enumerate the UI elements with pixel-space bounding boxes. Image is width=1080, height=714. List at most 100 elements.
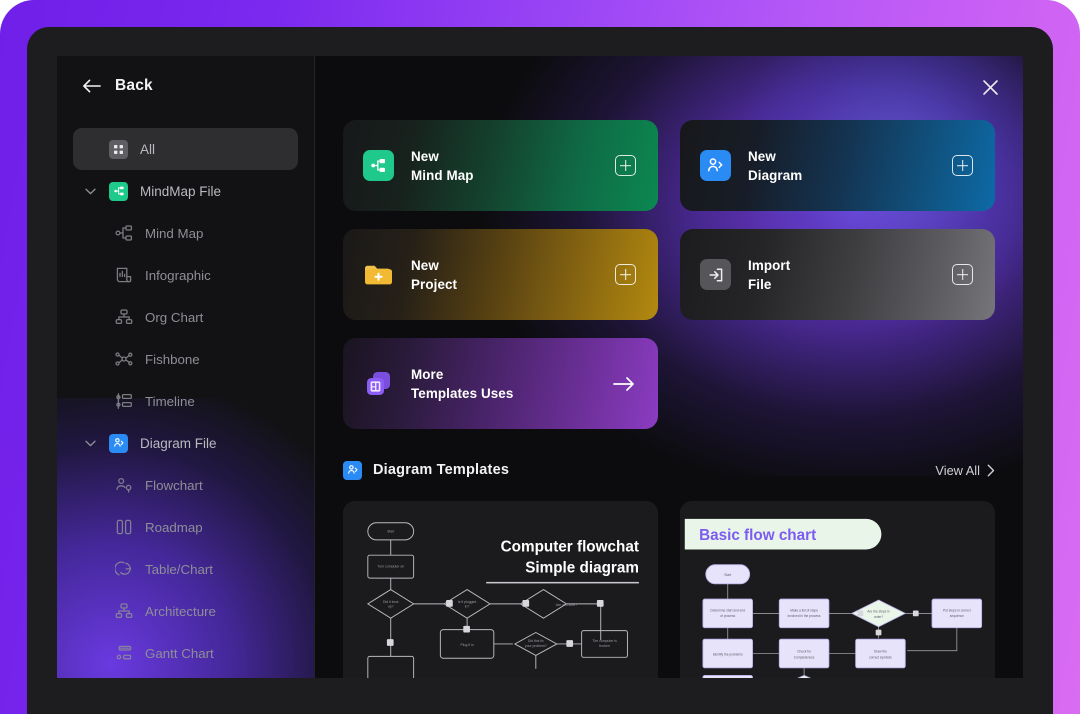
sidebar-item-label: Mind Map [145,225,204,241]
sidebar-item-label: Flowchart [145,477,203,493]
card-text: More Templates Uses [411,365,612,403]
card-line-1: New [411,257,439,273]
grid-icon [109,139,128,159]
card-text: New Diagram [748,147,952,185]
svg-text:Did this fix: Did this fix [528,639,544,643]
mind-map-icon [115,225,133,241]
svg-text:Check for: Check for [797,650,812,654]
roadmap-icon [116,519,132,535]
svg-text:Did it boot: Did it boot [383,600,398,604]
sidebar-item-all[interactable]: All [73,128,298,170]
svg-text:Make a list of steps: Make a list of steps [790,609,818,613]
card-line-2: Mind Map [411,167,474,183]
view-all-label: View All [935,462,980,478]
svg-text:Is it plugged: Is it plugged [458,600,477,604]
sidebar-item-timeline[interactable]: Timeline [73,380,298,422]
template-card-computer-flowchart[interactable]: Start Turn computer on Did it boot up? I… [343,501,658,678]
section-title: Diagram Templates [373,462,510,478]
import-file-card[interactable]: Import File [680,229,995,320]
sidebar-item-fishbone[interactable]: Fishbone [73,338,298,380]
back-button[interactable]: Back [73,56,298,116]
card-line-1: More [411,366,444,382]
card-text: New Project [411,256,615,294]
new-diagram-card[interactable]: New Diagram [680,120,995,211]
arrow-right-icon[interactable] [612,376,636,392]
sidebar-group-mindmap-file[interactable]: MindMap File [73,170,298,212]
sidebar-item-table-chart[interactable]: Table/Chart [73,548,298,590]
sidebar-item-label: Diagram File [140,435,217,451]
svg-text:Plug it in: Plug it in [461,643,474,647]
card-line-2: Diagram [748,167,803,183]
sidebar-item-label: Table/Chart [145,561,213,577]
card-text: New Mind Map [411,147,615,185]
svg-text:involved in the process: involved in the process [788,614,821,618]
sidebar-group-diagram-file[interactable]: Diagram File [73,422,298,464]
sidebar-item-label: All [140,141,156,157]
sidebar-item-roadmap[interactable]: Roadmap [73,506,298,548]
basic-flow-chart-thumbnail: Basic flow chart Start Determine start a… [680,505,995,678]
sidebar-item-architecture[interactable]: Architecture [73,590,298,632]
sidebar-item-label: MindMap File [140,183,222,199]
svg-text:up?: up? [388,605,394,609]
table-chart-icon [115,561,132,576]
template-title-line-1: Computer flowchat [501,538,639,555]
more-templates-card[interactable]: More Templates Uses [343,338,658,429]
sidebar-item-infographic[interactable]: Infographic [73,254,298,296]
template-card-basic-flow-chart[interactable]: Basic flow chart Start Determine start a… [680,501,995,678]
gantt-chart-icon [116,645,132,660]
chevron-down-icon[interactable] [83,440,97,447]
sidebar-item-flowchart[interactable]: Flowchart [73,464,298,506]
diagram-file-icon [343,460,362,480]
svg-text:order?: order? [874,615,884,619]
sidebar-item-gantt-chart[interactable]: Gantt Chart [73,632,298,674]
card-line-2: File [748,276,772,292]
svg-text:broken: broken [599,644,610,648]
svg-text:Are you sure?: Are you sure? [556,603,577,607]
svg-text:Completeness: Completeness [794,655,815,659]
main-content: New Mind Map New Diagram New Project Imp… [315,56,1023,678]
svg-text:in?: in? [465,605,470,609]
plus-icon[interactable] [615,155,636,176]
plus-icon[interactable] [952,264,973,285]
app-window: Back All MindMap File Mind Map Infograph… [57,56,1023,678]
svg-text:The computer is: The computer is [592,639,617,643]
card-line-2: Templates Uses [411,385,514,401]
sidebar-item-label: Org Chart [145,309,204,325]
templates-icon [363,368,394,399]
close-button[interactable] [975,72,1005,102]
chevron-down-icon[interactable] [83,188,97,195]
close-icon [982,79,998,95]
diagram-file-icon [700,150,731,181]
sidebar-item-label: Timeline [145,393,195,409]
svg-text:correct symbols: correct symbols [869,655,892,659]
back-label: Back [115,77,153,94]
view-all-button[interactable]: View All [935,463,995,478]
computer-flowchart-thumbnail: Start Turn computer on Did it boot up? I… [343,505,658,678]
plus-icon[interactable] [952,155,973,176]
svg-text:Identify the problems: Identify the problems [713,652,743,656]
new-project-card[interactable]: New Project [343,229,658,320]
architecture-icon [115,603,133,619]
sidebar-item-label: Roadmap [145,519,203,535]
sidebar-item-org-chart[interactable]: Org Chart [73,296,298,338]
new-mind-map-card[interactable]: New Mind Map [343,120,658,211]
sidebar-item-mind-map[interactable]: Mind Map [73,212,298,254]
timeline-icon [116,393,132,409]
mindmap-file-icon [109,181,128,201]
svg-text:Draw the: Draw the [874,650,887,654]
arrow-left-icon [83,79,101,93]
chevron-right-icon [987,464,995,476]
template-grid: Start Turn computer on Did it boot up? I… [343,501,995,678]
flowchart-icon [116,477,132,493]
sidebar-item-label: Architecture [145,603,216,619]
screenshot-root: Back All MindMap File Mind Map Infograph… [0,0,1080,714]
card-line-2: Project [411,276,458,292]
plus-icon[interactable] [615,264,636,285]
svg-text:Determine start and end: Determine start and end [710,609,745,613]
svg-text:of process: of process [720,614,735,618]
svg-text:your problem?: your problem? [525,644,547,648]
mindmap-file-icon [363,150,394,181]
card-line-1: New [411,148,439,164]
org-chart-icon [115,309,133,325]
card-text: Import File [748,256,952,294]
